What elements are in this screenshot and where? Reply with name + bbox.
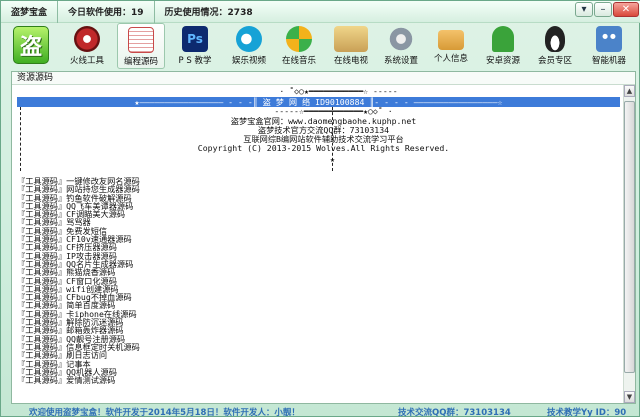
app-window: 盗梦宝盒 今日软件使用：19 历史使用情况：2738 ▾ – ✕ 盗 火线工具 … [0,0,640,417]
list-item[interactable]: 『工具源码』爱情测试源码 [17,376,140,385]
resource-list[interactable]: · ˚◇○★━━━━━━━━━━━☆ ----- ★‒‒‒‒‒‒‒‒‒‒‒‒‒‒… [12,85,635,403]
status-yy: 技术教学Yy ID：90 [547,408,627,417]
banner-bottom-star: ★ [330,154,335,164]
banner-second-line: -----☆━━━━━━━━━━━━★○◇˚ · [274,106,393,116]
status-welcome: 欢迎使用盗梦宝盒！软件开发于2014年5月18日！软件开发人：小靓！ [29,408,300,417]
status-qq-group: 技术交流QQ群：73103134 [398,408,511,417]
app-title: 盗梦宝盒 [1,0,59,23]
scroll-up-button[interactable]: ▲ [624,85,635,97]
minimize-button[interactable]: – [594,2,612,17]
folder-icon [438,30,464,50]
tool-crossfire[interactable]: 火线工具 [63,23,111,69]
video-icon [236,26,262,52]
banner-top-line: · ˚◇○★━━━━━━━━━━━☆ ----- [279,86,398,96]
history-usage: 历史使用情况：2738 [164,8,253,18]
window-controls: ▾ – ✕ [575,2,639,17]
photoshop-icon: Ps [182,26,208,52]
banner: · ˚◇○★━━━━━━━━━━━☆ ----- ★‒‒‒‒‒‒‒‒‒‒‒‒‒‒… [17,85,635,175]
tool-vip[interactable]: 会员专区 [531,23,579,69]
source-code-icon [128,27,154,53]
status-bar: 欢迎使用盗梦宝盒！软件开发于2014年5月18日！软件开发人：小靓！ 技术交流Q… [1,406,640,417]
vertical-scrollbar[interactable]: ▲ ▼ [623,85,635,403]
tool-ps-tutorial[interactable]: Ps P S 教学 [171,23,219,69]
qq-penguin-icon [545,26,565,52]
banner-line-4: Copyright (C) 2013-2015 Wolves.All Right… [197,143,450,153]
scroll-thumb[interactable] [624,101,635,373]
settings-icon[interactable]: ▾ [575,2,593,17]
tool-settings[interactable]: 系统设置 [377,23,425,69]
app-logo: 盗 [13,26,49,64]
toolbar: 盗 火线工具 编程源码 Ps P S 教学 娱乐视频 在线音乐 在线电视 系统设… [1,23,640,69]
tv-icon [334,26,368,52]
robot-icon [596,26,622,52]
tool-android[interactable]: 安卓资源 [479,23,527,69]
crossfire-icon [74,26,100,52]
gear-icon [388,26,414,52]
tool-robot[interactable]: 智能机器 [585,23,633,69]
tool-tv[interactable]: 在线电视 [327,23,375,69]
scroll-down-button[interactable]: ▼ [624,391,635,403]
music-icon [286,26,312,52]
panel-header: 资源源码 [12,72,635,85]
title-bar: 盗梦宝盒 今日软件使用：19 历史使用情况：2738 ▾ – ✕ [1,0,640,23]
tool-music[interactable]: 在线音乐 [275,23,323,69]
today-usage: 今日软件使用：19 [58,0,155,23]
tool-video[interactable]: 娱乐视频 [225,23,273,69]
resource-panel: 资源源码 · ˚◇○★━━━━━━━━━━━☆ ----- ★‒‒‒‒‒‒‒‒‒… [11,71,636,404]
tool-source-code[interactable]: 编程源码 [117,23,165,69]
tool-personal-info[interactable]: 个人信息 [427,23,475,69]
close-button[interactable]: ✕ [613,2,639,17]
android-icon [492,26,514,52]
source-item-list: 『工具源码』一键修改友网名源码 『工具源码』网站持您生成器源码 『工具源码』钓鱼软件… [17,177,140,385]
